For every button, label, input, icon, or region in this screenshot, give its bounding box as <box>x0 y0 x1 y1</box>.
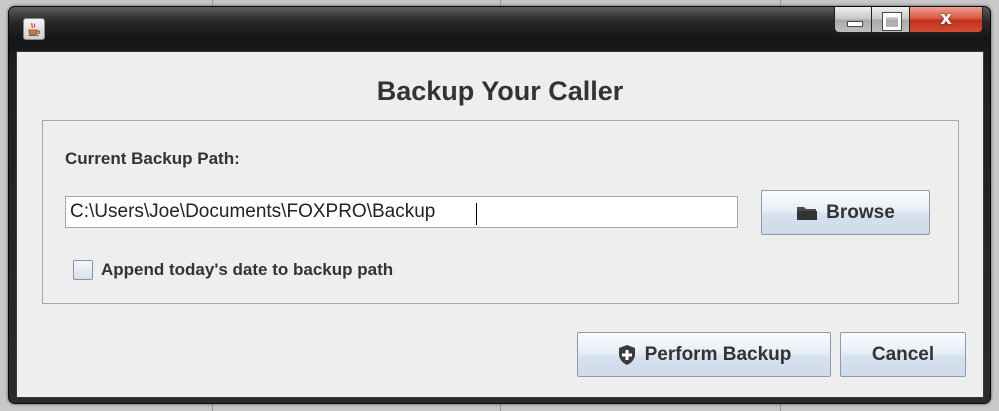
dialog-content: Backup Your Caller Current Backup Path: … <box>16 51 984 398</box>
shield-plus-icon <box>618 344 635 365</box>
backup-path-panel: Current Backup Path: Browse Append today… <box>42 120 959 304</box>
title-bar[interactable]: x <box>9 7 990 51</box>
perform-backup-button[interactable]: Perform Backup <box>577 332 831 377</box>
close-icon: x <box>940 8 952 29</box>
backup-path-label: Current Backup Path: <box>65 149 240 168</box>
browse-button[interactable]: Browse <box>761 190 930 235</box>
close-button[interactable]: x <box>910 7 983 33</box>
backup-dialog-window: x Backup Your Caller Current Backup Path… <box>8 6 991 404</box>
append-date-checkbox[interactable] <box>73 260 93 280</box>
append-date-label[interactable]: Append today's date to backup path <box>101 260 393 280</box>
minimize-button[interactable] <box>834 7 872 33</box>
maximize-icon <box>883 13 901 30</box>
cancel-button[interactable]: Cancel <box>840 332 966 377</box>
perform-backup-label: Perform Backup <box>644 343 792 365</box>
backup-path-input[interactable] <box>65 196 738 228</box>
window-controls: x <box>834 7 983 34</box>
maximize-button[interactable] <box>872 7 910 33</box>
dialog-title: Backup Your Caller <box>376 76 624 106</box>
folder-icon <box>797 206 818 220</box>
text-caret <box>476 203 477 225</box>
browse-label: Browse <box>826 201 895 223</box>
java-coffee-icon[interactable] <box>23 18 45 40</box>
minimize-icon <box>847 21 863 27</box>
cancel-label: Cancel <box>871 343 935 365</box>
